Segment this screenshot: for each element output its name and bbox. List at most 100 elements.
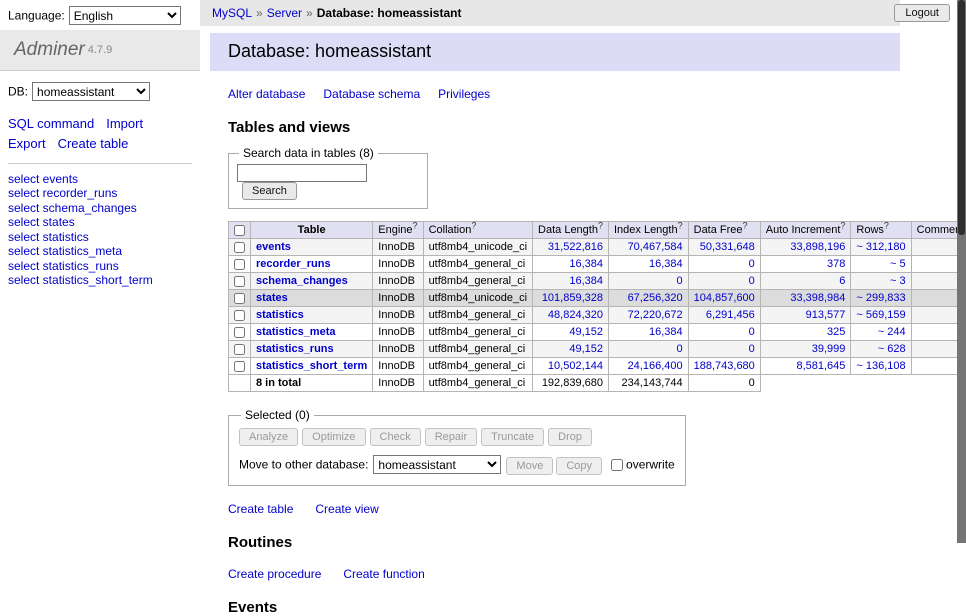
sidebar-link-select-statistics[interactable]: select statistics bbox=[8, 230, 89, 244]
cell-data-length-link[interactable]: 16,384 bbox=[569, 275, 603, 287]
breadcrumb-link-mysql[interactable]: MySQL bbox=[212, 6, 252, 20]
create-function-link[interactable]: Create function bbox=[343, 567, 424, 581]
cell-index-length-link[interactable]: 72,220,672 bbox=[628, 309, 683, 321]
cell-index-length-link[interactable]: 24,166,400 bbox=[628, 360, 683, 372]
cell-data-length-link[interactable]: 31,522,816 bbox=[548, 241, 603, 253]
cell-auto-increment-link[interactable]: 913,577 bbox=[806, 309, 846, 321]
cell-rows-link[interactable]: ~ 3 bbox=[890, 275, 906, 287]
help-link[interactable]: ? bbox=[678, 220, 683, 230]
cell-data-length-link[interactable]: 101,859,328 bbox=[542, 292, 603, 304]
sql-command-link[interactable]: SQL command bbox=[8, 116, 94, 131]
alter-database-link[interactable]: Alter database bbox=[228, 87, 305, 101]
help-link[interactable]: ? bbox=[598, 220, 603, 230]
help-link[interactable]: ? bbox=[884, 220, 889, 230]
move-database-select[interactable]: homeassistant bbox=[373, 455, 501, 474]
database-schema-link[interactable]: Database schema bbox=[323, 87, 420, 101]
cell-rows-link[interactable]: ~ 312,180 bbox=[856, 241, 905, 253]
sidebar-link-select-statistics_runs[interactable]: select statistics_runs bbox=[8, 259, 119, 273]
breadcrumb-link-server[interactable]: Server bbox=[267, 6, 302, 20]
cell-data-length-link[interactable]: 48,824,320 bbox=[548, 309, 603, 321]
search-input[interactable] bbox=[237, 164, 367, 182]
cell-data-free-link[interactable]: 188,743,680 bbox=[694, 360, 755, 372]
app-version[interactable]: 4.7.9 bbox=[88, 44, 112, 56]
import-link[interactable]: Import bbox=[106, 116, 143, 131]
create-procedure-link[interactable]: Create procedure bbox=[228, 567, 321, 581]
table-link-statistics[interactable]: statistics bbox=[256, 309, 304, 321]
db-select[interactable]: homeassistant bbox=[32, 82, 150, 101]
select-all-checkbox[interactable] bbox=[234, 225, 245, 236]
cell-rows-link[interactable]: ~ 5 bbox=[890, 258, 906, 270]
cell-data-free-link[interactable]: 0 bbox=[749, 343, 755, 355]
table-link-schema_changes[interactable]: schema_changes bbox=[256, 275, 348, 287]
cell-data-free-link[interactable]: 50,331,648 bbox=[700, 241, 755, 253]
table-link-statistics_short_term[interactable]: statistics_short_term bbox=[256, 360, 367, 372]
cell-rows-link[interactable]: ~ 569,159 bbox=[856, 309, 905, 321]
row-checkbox-events[interactable] bbox=[234, 242, 245, 253]
sidebar-link-select-statistics_short_term[interactable]: select statistics_short_term bbox=[8, 273, 153, 287]
row-checkbox-statistics[interactable] bbox=[234, 310, 245, 321]
repair-button[interactable]: Repair bbox=[425, 428, 477, 446]
search-button[interactable]: Search bbox=[242, 182, 297, 200]
cell-index-length-link[interactable]: 67,256,320 bbox=[628, 292, 683, 304]
move-button[interactable]: Move bbox=[506, 457, 553, 475]
create-table-link[interactable]: Create table bbox=[228, 502, 293, 516]
drop-button[interactable]: Drop bbox=[548, 428, 592, 446]
table-link-states[interactable]: states bbox=[256, 292, 288, 304]
row-checkbox-statistics_short_term[interactable] bbox=[234, 361, 245, 372]
help-link[interactable]: ? bbox=[471, 220, 476, 230]
language-select[interactable]: English bbox=[69, 6, 181, 25]
cell-data-length-link[interactable]: 10,502,144 bbox=[548, 360, 603, 372]
optimize-button[interactable]: Optimize bbox=[302, 428, 365, 446]
cell-auto-increment-link[interactable]: 8,581,645 bbox=[796, 360, 845, 372]
cell-auto-increment-link[interactable]: 378 bbox=[827, 258, 845, 270]
cell-auto-increment-link[interactable]: 39,999 bbox=[812, 343, 846, 355]
row-checkbox-states[interactable] bbox=[234, 293, 245, 304]
cell-index-length-link[interactable]: 70,467,584 bbox=[628, 241, 683, 253]
sidebar-link-select-events[interactable]: select events bbox=[8, 172, 78, 186]
cell-data-length-link[interactable]: 49,152 bbox=[569, 326, 603, 338]
help-link[interactable]: ? bbox=[743, 220, 748, 230]
cell-auto-increment-link[interactable]: 6 bbox=[839, 275, 845, 287]
scrollbar[interactable] bbox=[957, 0, 966, 543]
cell-index-length-link[interactable]: 16,384 bbox=[649, 326, 683, 338]
scrollbar-thumb[interactable] bbox=[958, 0, 965, 235]
analyze-button[interactable]: Analyze bbox=[239, 428, 298, 446]
help-link[interactable]: ? bbox=[840, 220, 845, 230]
table-link-recorder_runs[interactable]: recorder_runs bbox=[256, 258, 331, 270]
copy-button[interactable]: Copy bbox=[556, 457, 602, 475]
cell-auto-increment-link[interactable]: 33,898,196 bbox=[790, 241, 845, 253]
table-link-statistics_meta[interactable]: statistics_meta bbox=[256, 326, 336, 338]
overwrite-checkbox[interactable] bbox=[611, 459, 623, 471]
cell-rows-link[interactable]: ~ 299,833 bbox=[856, 292, 905, 304]
row-checkbox-schema_changes[interactable] bbox=[234, 276, 245, 287]
cell-rows-link[interactable]: ~ 628 bbox=[878, 343, 906, 355]
cell-data-length-link[interactable]: 49,152 bbox=[569, 343, 603, 355]
create-view-link[interactable]: Create view bbox=[315, 502, 378, 516]
privileges-link[interactable]: Privileges bbox=[438, 87, 490, 101]
cell-data-free-link[interactable]: 0 bbox=[749, 326, 755, 338]
table-link-events[interactable]: events bbox=[256, 241, 291, 253]
sidebar-link-select-recorder_runs[interactable]: select recorder_runs bbox=[8, 186, 117, 200]
row-checkbox-statistics_runs[interactable] bbox=[234, 344, 245, 355]
logout-button[interactable]: Logout bbox=[894, 4, 950, 22]
sidebar-link-select-statistics_meta[interactable]: select statistics_meta bbox=[8, 244, 122, 258]
table-link-statistics_runs[interactable]: statistics_runs bbox=[256, 343, 334, 355]
cell-auto-increment-link[interactable]: 325 bbox=[827, 326, 845, 338]
cell-data-free-link[interactable]: 6,291,456 bbox=[706, 309, 755, 321]
sidebar-link-select-schema_changes[interactable]: select schema_changes bbox=[8, 201, 137, 215]
sidebar-link-select-states[interactable]: select states bbox=[8, 215, 75, 229]
cell-data-free-link[interactable]: 0 bbox=[749, 275, 755, 287]
cell-auto-increment-link[interactable]: 33,398,984 bbox=[790, 292, 845, 304]
cell-rows-link[interactable]: ~ 244 bbox=[878, 326, 906, 338]
export-link[interactable]: Export bbox=[8, 136, 46, 151]
cell-data-length-link[interactable]: 16,384 bbox=[569, 258, 603, 270]
cell-index-length-link[interactable]: 0 bbox=[677, 275, 683, 287]
row-checkbox-statistics_meta[interactable] bbox=[234, 327, 245, 338]
cell-rows-link[interactable]: ~ 136,108 bbox=[856, 360, 905, 372]
truncate-button[interactable]: Truncate bbox=[481, 428, 544, 446]
help-link[interactable]: ? bbox=[413, 220, 418, 230]
check-button[interactable]: Check bbox=[370, 428, 421, 446]
cell-index-length-link[interactable]: 0 bbox=[677, 343, 683, 355]
row-checkbox-recorder_runs[interactable] bbox=[234, 259, 245, 270]
create-table-sidebar-link[interactable]: Create table bbox=[58, 136, 129, 151]
